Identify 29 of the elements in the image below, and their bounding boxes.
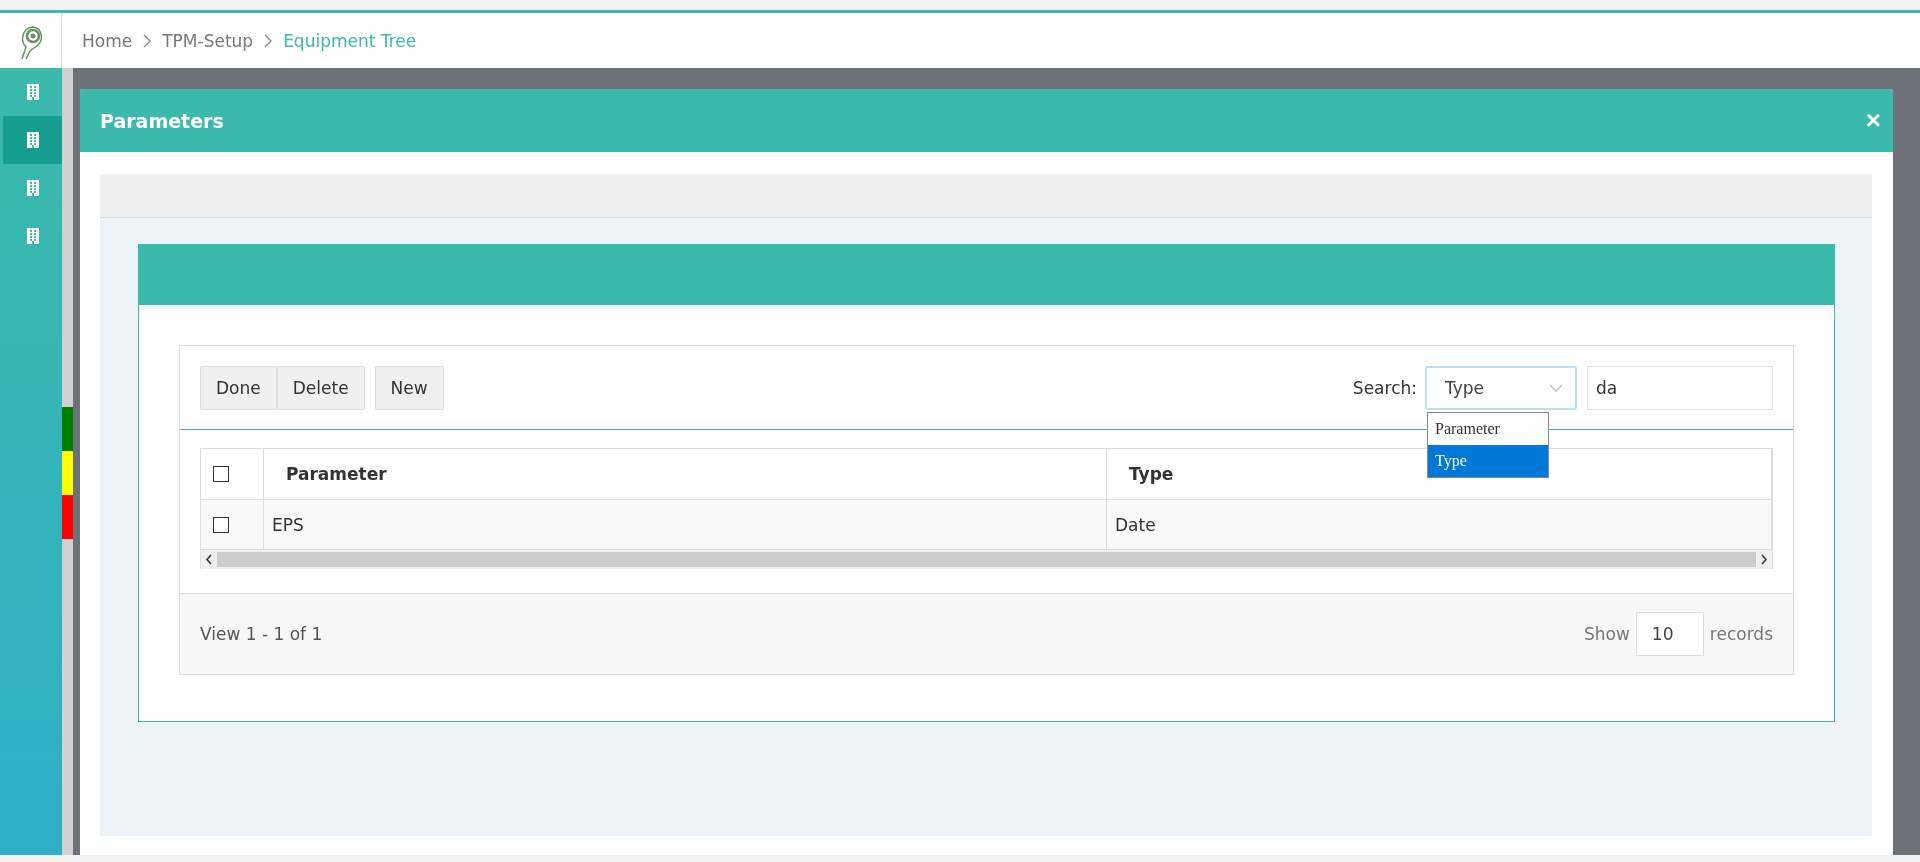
- page-size-field[interactable]: 10: [1635, 612, 1704, 656]
- building-icon: [26, 228, 39, 244]
- chevron-icon: [142, 33, 153, 48]
- search-field[interactable]: da: [1587, 365, 1773, 410]
- breadcrumb-link[interactable]: Home: [82, 30, 133, 51]
- search-label: Search:: [1352, 377, 1417, 398]
- chevron-icon: [263, 33, 274, 48]
- breadcrumb-link[interactable]: TPM-Setup: [162, 30, 254, 51]
- row-checkbox[interactable]: [213, 516, 229, 533]
- table-cell: Date: [1115, 514, 1156, 535]
- sidebar-item[interactable]: [3, 116, 62, 164]
- building-icon: [26, 180, 39, 196]
- column-header[interactable]: Parameter: [286, 464, 387, 484]
- column-header[interactable]: Type: [1129, 464, 1174, 484]
- toolbar-button[interactable]: Done: [200, 365, 277, 410]
- horizontal-scrollbar[interactable]: [201, 550, 1772, 569]
- caret-icon: [1549, 383, 1563, 392]
- record-info: View 1 - 1 of 1: [200, 624, 323, 644]
- toolbar-button[interactable]: Delete: [276, 365, 365, 410]
- building-icon: [26, 132, 39, 148]
- table-cell: EPS: [272, 514, 304, 535]
- dropdown-option[interactable]: Type: [1428, 444, 1548, 477]
- building-icon: [26, 84, 39, 100]
- show-label: Show: [1583, 624, 1630, 644]
- search-column-select[interactable]: Type: [1425, 365, 1577, 410]
- select-all-checkbox[interactable]: [213, 466, 229, 482]
- modal-title: Parameters: [100, 109, 224, 132]
- records-label: records: [1709, 624, 1773, 644]
- toolbar-button[interactable]: New: [374, 365, 444, 410]
